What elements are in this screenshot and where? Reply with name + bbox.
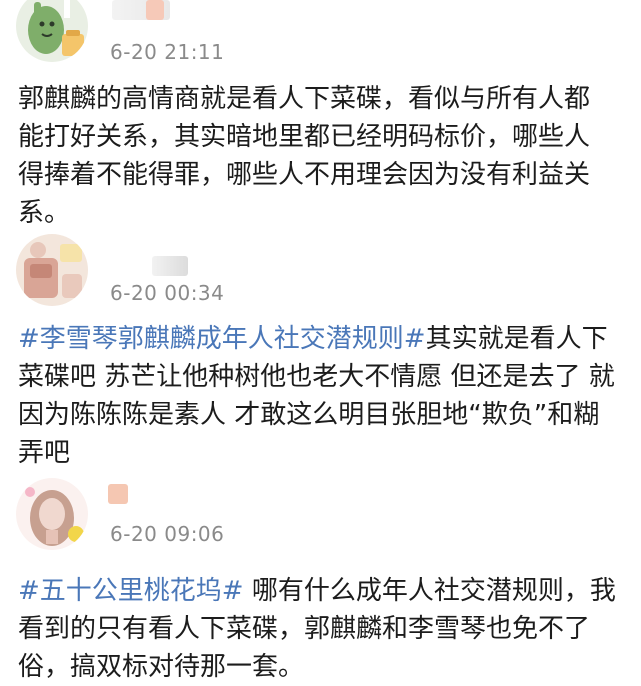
comment-time: 6-20 00:34	[110, 281, 225, 305]
cartoon-bear-avatar-icon	[16, 234, 88, 306]
comment-text: #五十公里桃花坞# 哪有什么成年人社交潜规则，我 看到的只有看人下菜碟，郭麒麟和…	[18, 572, 626, 686]
comment-line: 菜碟吧 苏芒让他种树他也老大不情愿 但还是去了 就	[18, 362, 615, 392]
cartoon-cactus-avatar-icon	[16, 0, 88, 62]
comment-line-text: 哪有什么成年人社交潜规则，我	[243, 576, 616, 606]
hashtag-link[interactable]: #五十公里桃花坞#	[18, 576, 244, 606]
comment-line: #五十公里桃花坞# 哪有什么成年人社交潜规则，我	[18, 572, 626, 610]
comment-time: 6-20 21:11	[110, 40, 225, 64]
comment-line: 能打好关系，其实暗地里都已经明码标价，哪些人	[18, 122, 591, 152]
username[interactable]	[108, 484, 128, 504]
comment-line: 系。	[18, 198, 71, 228]
comment-time: 6-20 09:06	[110, 522, 225, 546]
comment-line: 因为陈陈陈是素人 才敢这么明目张胆地“欺负”和糊	[18, 400, 600, 430]
comment-text: #李雪琴郭麒麟成年人社交潜规则#其实就是看人下 菜碟吧 苏芒让他种树他也老大不情…	[18, 320, 626, 472]
comment-line: 郭麒麟的高情商就是看人下菜碟，看似与所有人都	[18, 84, 591, 114]
comment-line: 俗，搞双标对待那一套。	[18, 652, 305, 682]
hashtag-link[interactable]: #李雪琴郭麒麟成年人社交潜规则#	[18, 324, 426, 354]
comment-text: 郭麒麟的高情商就是看人下菜碟，看似与所有人都 能打好关系，其实暗地里都已经明码标…	[18, 80, 626, 232]
comment-line: 得捧着不能得罪，哪些人不用理会因为没有利益关	[18, 160, 591, 190]
username-blur	[146, 0, 164, 20]
avatar[interactable]	[16, 0, 88, 62]
girl-portrait-avatar-icon	[16, 478, 88, 550]
comment-line: 弄吧	[18, 438, 71, 468]
comment-line: 看到的只有看人下菜碟，郭麒麟和李雪琴也免不了	[18, 614, 591, 644]
username[interactable]	[152, 256, 188, 276]
avatar[interactable]	[16, 234, 88, 306]
comment-line-text: 其实就是看人下	[425, 324, 608, 354]
comment-line: #李雪琴郭麒麟成年人社交潜规则#其实就是看人下	[18, 320, 626, 358]
avatar[interactable]	[16, 478, 88, 550]
